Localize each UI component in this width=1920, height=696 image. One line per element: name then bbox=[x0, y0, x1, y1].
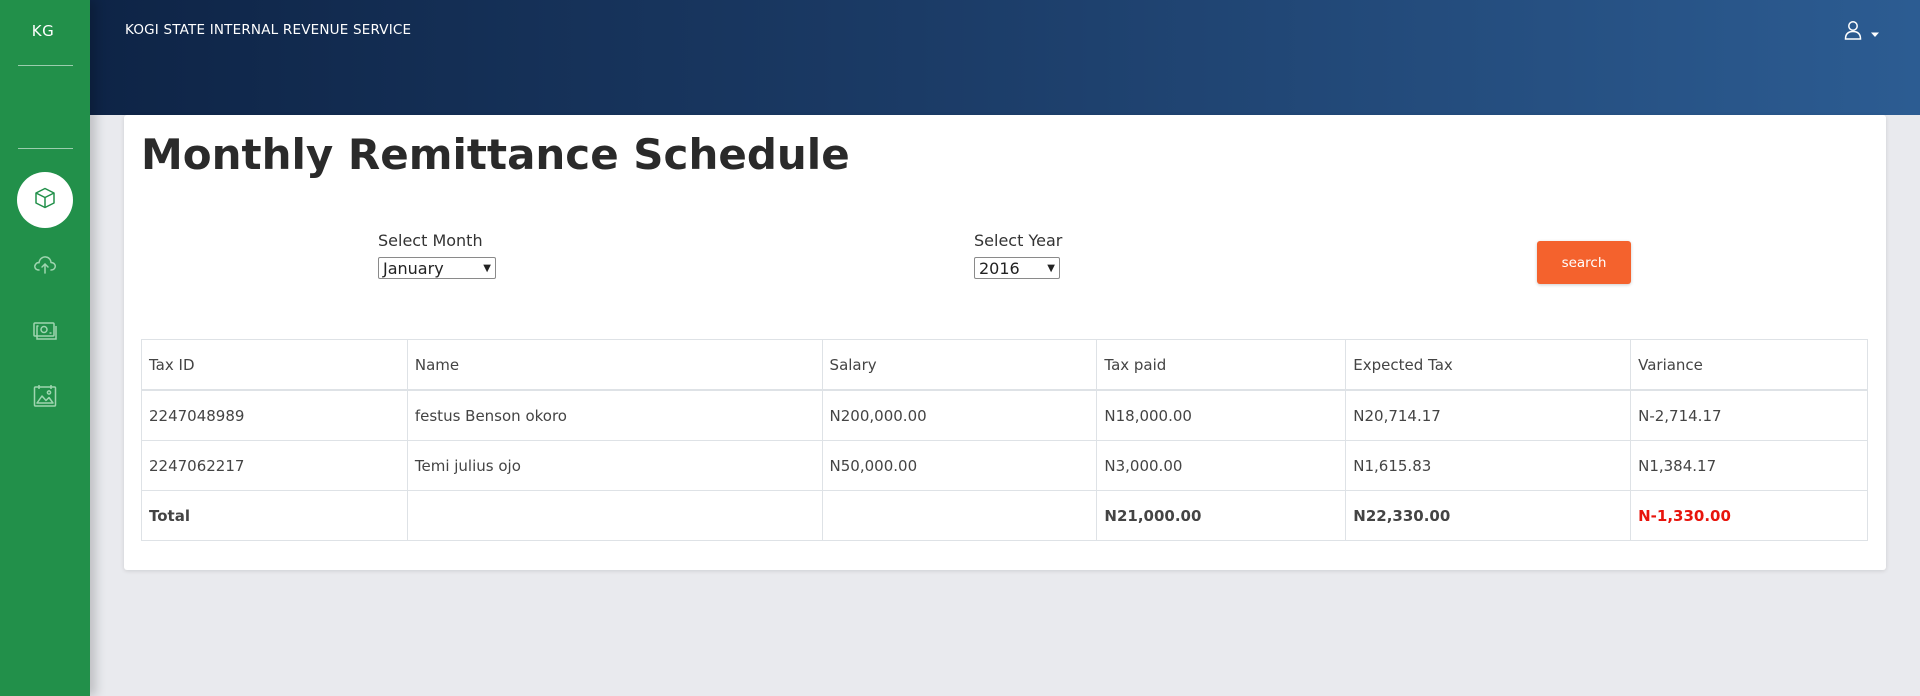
year-select[interactable]: 2016 ▼ bbox=[974, 257, 1060, 279]
salary-cell: N50,000.00 bbox=[821, 440, 1098, 491]
dropdown-arrow-icon: ▼ bbox=[1047, 262, 1055, 274]
month-select[interactable]: January ▼ bbox=[378, 257, 496, 279]
column-header: Tax ID bbox=[141, 339, 408, 391]
tax-id-cell: 2247048989 bbox=[141, 389, 408, 441]
dropdown-arrow-icon: ▼ bbox=[483, 262, 491, 274]
month-select-value: January bbox=[383, 258, 444, 278]
sidebar-divider bbox=[18, 65, 73, 66]
tax-id-cell: 2247062217 bbox=[141, 440, 408, 491]
organization-name: KOGI STATE INTERNAL REVENUE SERVICE bbox=[125, 22, 412, 38]
table-row: 2247062217 Temi julius ojo N50,000.00 N3… bbox=[141, 440, 1868, 491]
expected-tax-cell: N20,714.17 bbox=[1345, 389, 1632, 441]
total-expected-tax: N22,330.00 bbox=[1345, 490, 1632, 541]
sidebar-item-gallery[interactable] bbox=[17, 370, 73, 426]
image-icon bbox=[32, 383, 58, 413]
column-header: Name bbox=[406, 339, 823, 391]
sidebar-item-payments[interactable] bbox=[17, 304, 73, 360]
sidebar: KG bbox=[0, 0, 90, 696]
user-menu[interactable] bbox=[1844, 20, 1880, 44]
tax-paid-cell: N3,000.00 bbox=[1096, 440, 1347, 491]
table-row: 2247048989 festus Benson okoro N200,000.… bbox=[141, 389, 1868, 441]
caret-down-icon bbox=[1870, 23, 1880, 42]
total-variance: N-1,330.00 bbox=[1630, 490, 1868, 541]
total-label: Total bbox=[141, 490, 408, 541]
box-icon bbox=[33, 186, 57, 214]
tax-paid-cell: N18,000.00 bbox=[1096, 389, 1347, 441]
total-tax-paid: N21,000.00 bbox=[1096, 490, 1347, 541]
user-icon bbox=[1844, 20, 1862, 44]
sidebar-item-upload[interactable] bbox=[17, 238, 73, 294]
salary-cell: N200,000.00 bbox=[821, 389, 1098, 441]
variance-cell: N1,384.17 bbox=[1630, 440, 1868, 491]
remittance-table: Tax ID Name Salary Tax paid Expected Tax… bbox=[141, 339, 1868, 541]
expected-tax-cell: N1,615.83 bbox=[1345, 440, 1632, 491]
name-cell: Temi julius ojo bbox=[406, 440, 823, 491]
cloud-upload-icon bbox=[32, 252, 58, 280]
year-select-value: 2016 bbox=[979, 258, 1020, 278]
content-card: Monthly Remittance Schedule Select Month… bbox=[124, 115, 1886, 570]
search-button[interactable]: search bbox=[1537, 241, 1631, 284]
table-header-row: Tax ID Name Salary Tax paid Expected Tax… bbox=[141, 339, 1868, 391]
empty-cell bbox=[406, 490, 823, 541]
money-icon bbox=[32, 318, 58, 346]
empty-cell bbox=[821, 490, 1098, 541]
column-header: Variance bbox=[1630, 339, 1868, 391]
brand-logo[interactable]: KG bbox=[0, 22, 86, 40]
sidebar-item-box[interactable] bbox=[17, 172, 73, 228]
column-header: Expected Tax bbox=[1345, 339, 1632, 391]
year-label: Select Year bbox=[974, 231, 1063, 250]
variance-cell: N-2,714.17 bbox=[1630, 389, 1868, 441]
total-row: Total N21,000.00 N22,330.00 N-1,330.00 bbox=[141, 490, 1868, 541]
month-label: Select Month bbox=[378, 231, 483, 250]
column-header: Salary bbox=[821, 339, 1098, 391]
page-title: Monthly Remittance Schedule bbox=[141, 130, 850, 179]
column-header: Tax paid bbox=[1096, 339, 1347, 391]
name-cell: festus Benson okoro bbox=[406, 389, 823, 441]
top-header: KOGI STATE INTERNAL REVENUE SERVICE bbox=[90, 0, 1920, 115]
sidebar-divider bbox=[18, 148, 73, 149]
